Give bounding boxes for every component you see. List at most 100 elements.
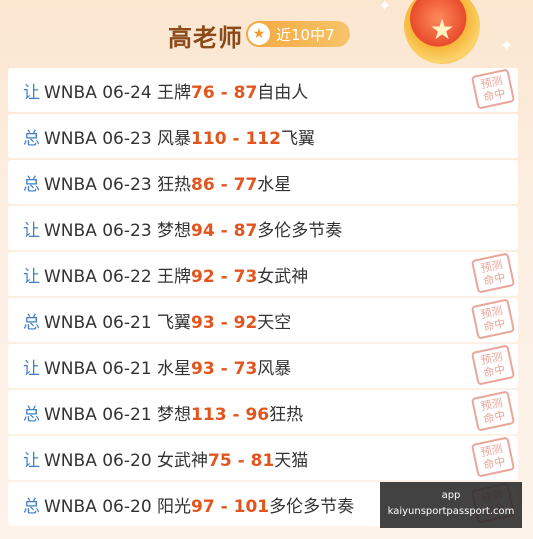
prediction-hit-stamp: 预测命中 xyxy=(470,68,516,110)
record-text: 近10中7 xyxy=(276,25,335,44)
away-score: 87 xyxy=(233,220,258,241)
away-score: 81 xyxy=(250,450,275,471)
match-date: 06-23 xyxy=(102,220,152,241)
home-team: 女武神 xyxy=(157,450,209,471)
match-date: 06-22 xyxy=(102,266,152,287)
watermark: app kaiyunsportpassport.com xyxy=(380,482,522,528)
home-team: 王牌 xyxy=(157,82,192,103)
medal-star-icon: ★ xyxy=(429,12,455,46)
list-item-text: 总 WNBA 06-20 阳光97 - 101多伦多节奏 xyxy=(23,492,354,517)
list-item-text: 让 WNBA 06-24 王牌76 - 87自由人 xyxy=(23,78,308,103)
score-separator: - xyxy=(214,266,234,287)
away-team: 多伦多节奏 xyxy=(257,220,343,241)
prediction-hit-stamp: 预测命中 xyxy=(470,344,516,386)
sparkle-icon: ✦ xyxy=(378,0,392,15)
list-item[interactable]: 总 WNBA 06-23 风暴110 - 112飞翼 xyxy=(8,114,518,158)
away-team: 多伦多节奏 xyxy=(269,496,355,517)
list-item-text: 总 WNBA 06-23 风暴110 - 112飞翼 xyxy=(23,124,315,149)
header: 高老师 ★ 近10中7 ★ ✦ ✦ xyxy=(0,0,533,68)
league-label: WNBA xyxy=(44,312,97,333)
bet-type-tag: 让 xyxy=(23,358,40,379)
match-date: 06-23 xyxy=(102,174,152,195)
home-score: 75 xyxy=(208,450,232,471)
home-team: 水星 xyxy=(157,358,192,379)
list-item[interactable]: 让 WNBA 06-23 梦想94 - 87多伦多节奏 xyxy=(8,206,518,250)
away-team: 水星 xyxy=(257,174,292,195)
league-label: WNBA xyxy=(44,128,97,149)
score-separator: - xyxy=(226,128,246,149)
prediction-hit-stamp: 预测命中 xyxy=(470,390,516,432)
list-item[interactable]: 让 WNBA 06-21 水星93 - 73风暴 预测 命中 xyxy=(8,344,518,388)
list-item[interactable]: 总 WNBA 06-23 狂热86 - 77水星 xyxy=(8,160,518,204)
bet-type-tag: 让 xyxy=(23,82,40,103)
sparkle-icon: ✦ xyxy=(500,36,514,55)
home-team: 飞翼 xyxy=(157,312,192,333)
match-date: 06-20 xyxy=(102,450,152,471)
home-score: 94 xyxy=(191,220,215,241)
home-team: 梦想 xyxy=(157,220,192,241)
bet-type-tag: 让 xyxy=(23,220,40,241)
bet-type-tag: 总 xyxy=(23,404,40,425)
score-separator: - xyxy=(214,358,234,379)
prediction-hit-stamp: 预测命中 xyxy=(470,436,516,478)
score-separator: - xyxy=(214,220,234,241)
away-score: 73 xyxy=(233,358,258,379)
record-badge: ★ 近10中7 xyxy=(246,21,350,47)
score-separator: - xyxy=(226,404,246,425)
watermark-line1: app xyxy=(441,490,461,501)
watermark-line2: kaiyunsportpassport.com xyxy=(387,506,515,517)
home-team: 梦想 xyxy=(157,404,192,425)
prediction-list: 让 WNBA 06-24 王牌76 - 87自由人 预测 命中总 WNBA 06-23 … xyxy=(8,68,518,528)
home-score: 93 xyxy=(191,358,215,379)
away-team: 天空 xyxy=(257,312,292,333)
prediction-hit-stamp: 预测命中 xyxy=(470,252,516,294)
away-score: 101 xyxy=(233,496,270,517)
home-score: 76 xyxy=(191,82,215,103)
list-item[interactable]: 让 WNBA 06-22 王牌92 - 73女武神 预测 命中 xyxy=(8,252,518,296)
away-score: 87 xyxy=(233,82,258,103)
list-item-text: 让 WNBA 06-20 女武神75 - 81天猫 xyxy=(23,446,308,471)
list-item[interactable]: 总 WNBA 06-21 梦想113 - 96狂热 预测 命中 xyxy=(8,390,518,434)
list-item[interactable]: 让 WNBA 06-20 女武神75 - 81天猫 预测 命中 xyxy=(8,436,518,480)
bet-type-tag: 总 xyxy=(23,174,40,195)
home-score: 86 xyxy=(191,174,215,195)
home-score: 92 xyxy=(191,266,215,287)
match-date: 06-21 xyxy=(102,404,152,425)
list-item-text: 总 WNBA 06-21 梦想113 - 96狂热 xyxy=(23,400,303,425)
home-score: 97 xyxy=(191,496,215,517)
list-item-text: 总 WNBA 06-21 飞翼93 - 92天空 xyxy=(23,308,291,333)
match-date: 06-21 xyxy=(102,312,152,333)
home-score: 110 xyxy=(191,128,227,149)
score-separator: - xyxy=(214,174,234,195)
league-label: WNBA xyxy=(44,404,97,425)
away-team: 天猫 xyxy=(274,450,309,471)
list-item-text: 让 WNBA 06-23 梦想94 - 87多伦多节奏 xyxy=(23,216,342,241)
bet-type-tag: 总 xyxy=(23,128,40,149)
away-team: 飞翼 xyxy=(280,128,315,149)
list-item[interactable]: 让 WNBA 06-24 王牌76 - 87自由人 预测 命中 xyxy=(8,68,518,112)
home-team: 风暴 xyxy=(157,128,192,149)
away-team: 风暴 xyxy=(257,358,292,379)
match-date: 06-20 xyxy=(102,496,152,517)
list-item-text: 让 WNBA 06-21 水星93 - 73风暴 xyxy=(23,354,291,379)
score-separator: - xyxy=(214,312,234,333)
league-label: WNBA xyxy=(44,450,97,471)
list-item[interactable]: 总 WNBA 06-21 飞翼93 - 92天空 预测 命中 xyxy=(8,298,518,342)
list-item-text: 总 WNBA 06-23 狂热86 - 77水星 xyxy=(23,170,291,195)
away-score: 96 xyxy=(245,404,270,425)
match-date: 06-21 xyxy=(102,358,152,379)
match-date: 06-24 xyxy=(102,82,152,103)
league-label: WNBA xyxy=(44,266,97,287)
away-score: 77 xyxy=(233,174,258,195)
away-team: 女武神 xyxy=(257,266,309,287)
away-team: 自由人 xyxy=(257,82,309,103)
medal-icon: ★ xyxy=(404,0,480,64)
bet-type-tag: 总 xyxy=(23,312,40,333)
away-score: 92 xyxy=(233,312,258,333)
score-separator: - xyxy=(214,82,234,103)
home-team: 狂热 xyxy=(157,174,192,195)
bet-type-tag: 让 xyxy=(23,266,40,287)
away-team: 狂热 xyxy=(269,404,304,425)
home-score: 93 xyxy=(191,312,215,333)
home-team: 王牌 xyxy=(157,266,192,287)
